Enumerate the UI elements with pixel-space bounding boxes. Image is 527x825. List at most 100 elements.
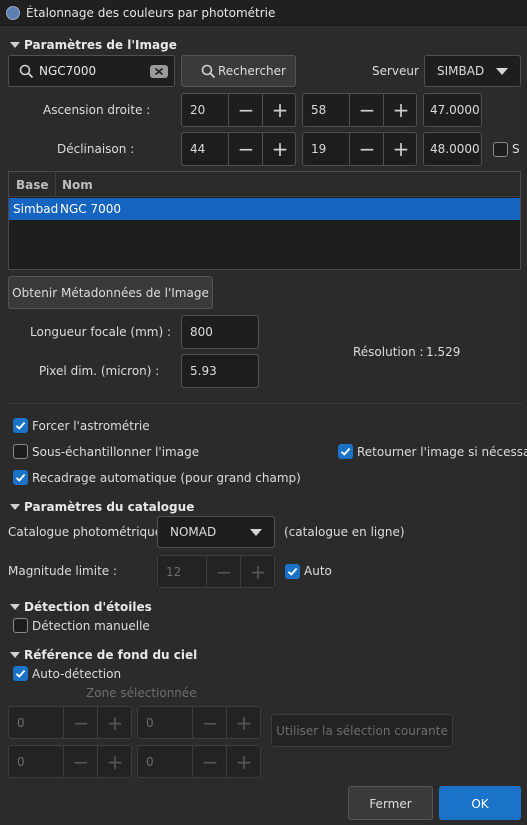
use-selection-button: Utiliser la sélection courante bbox=[271, 714, 453, 747]
ra-hours-value[interactable]: 20 bbox=[190, 103, 205, 117]
zone-x-increment: + bbox=[97, 707, 132, 738]
focal-length-field[interactable]: 800 bbox=[181, 315, 259, 349]
autocrop-checkbox[interactable] bbox=[13, 470, 28, 485]
dec-seconds-field[interactable]: 48.0000 bbox=[423, 132, 482, 166]
autocrop-label: Recadrage automatique (pour grand champ) bbox=[32, 471, 301, 485]
pixel-size-label: Pixel dim. (micron) : bbox=[39, 364, 160, 378]
title-bar: Étalonnage des couleurs par photométrie bbox=[0, 0, 527, 26]
search-icon bbox=[19, 64, 34, 79]
close-button-label: Fermer bbox=[369, 797, 412, 811]
star-detection-header[interactable]: Détection d'étoiles bbox=[10, 600, 152, 614]
ra-minutes-spinner[interactable]: 58 − + bbox=[302, 93, 417, 127]
ra-hours-spinner[interactable]: 20 − + bbox=[181, 93, 296, 127]
dec-minutes-value[interactable]: 19 bbox=[311, 142, 326, 156]
downsample-checkbox[interactable] bbox=[13, 444, 28, 459]
window-title: Étalonnage des couleurs par photométrie bbox=[26, 6, 276, 20]
search-icon bbox=[201, 64, 216, 79]
south-label: S bbox=[512, 142, 520, 156]
column-name-header[interactable]: Nom bbox=[62, 178, 93, 192]
check-icon bbox=[15, 421, 26, 430]
photometric-catalog-label: Catalogue photométrique : bbox=[8, 525, 171, 539]
catalog-title: Paramètres du catalogue bbox=[24, 500, 195, 514]
collapse-triangle-icon bbox=[10, 652, 20, 658]
magnitude-limit-label: Magnitude limite : bbox=[8, 564, 118, 578]
ra-hours-decrement[interactable]: − bbox=[228, 94, 263, 126]
dec-degrees-decrement[interactable]: − bbox=[228, 133, 263, 165]
south-checkbox[interactable] bbox=[493, 142, 508, 157]
zone-y-increment: + bbox=[226, 707, 261, 738]
dec-seconds-value[interactable]: 48.0000 bbox=[430, 142, 480, 156]
table-row[interactable]: Simbad NGC 7000 bbox=[9, 198, 520, 220]
column-divider bbox=[55, 172, 56, 197]
chevron-down-icon bbox=[250, 529, 262, 536]
photometric-catalog-dropdown[interactable]: NOMAD bbox=[157, 516, 275, 548]
flip-image-checkbox[interactable] bbox=[338, 444, 353, 459]
results-table[interactable]: Base Nom Simbad NGC 7000 bbox=[8, 171, 521, 270]
manual-detection-label: Détection manuelle bbox=[32, 619, 150, 633]
focal-length-label: Longueur focale (mm) : bbox=[30, 325, 172, 339]
zone-h-value: 0 bbox=[146, 754, 154, 769]
ra-hours-increment[interactable]: + bbox=[262, 94, 297, 126]
manual-detection-checkbox[interactable] bbox=[13, 618, 28, 633]
zone-x-value: 0 bbox=[17, 715, 25, 730]
ra-minutes-increment[interactable]: + bbox=[383, 94, 418, 126]
table-header: Base Nom bbox=[9, 172, 520, 197]
dec-degrees-spinner[interactable]: 44 − + bbox=[181, 132, 296, 166]
online-catalog-note: (catalogue en ligne) bbox=[284, 525, 405, 539]
auto-magnitude-checkbox[interactable] bbox=[285, 564, 300, 579]
column-base-header[interactable]: Base bbox=[16, 178, 49, 192]
server-value: SIMBAD bbox=[437, 64, 485, 78]
check-icon bbox=[287, 567, 298, 576]
ra-label: Ascension droite : bbox=[43, 103, 151, 117]
search-field[interactable]: NGC7000 bbox=[8, 55, 175, 87]
dec-degrees-value[interactable]: 44 bbox=[190, 142, 205, 156]
search-button[interactable]: Rechercher bbox=[181, 55, 296, 87]
ra-minutes-decrement[interactable]: − bbox=[349, 94, 384, 126]
server-dropdown[interactable]: SIMBAD bbox=[424, 55, 521, 87]
use-selection-label: Utiliser la sélection courante bbox=[276, 724, 448, 738]
ra-seconds-value[interactable]: 47.0000 bbox=[430, 103, 480, 117]
dec-label: Déclinaison : bbox=[57, 142, 135, 156]
search-button-label: Rechercher bbox=[218, 64, 286, 78]
auto-detection-label: Auto-détection bbox=[32, 667, 122, 681]
focal-length-value[interactable]: 800 bbox=[190, 325, 213, 339]
magnitude-limit-value: 12 bbox=[166, 564, 182, 579]
resolution-value: 1.529 bbox=[426, 345, 461, 359]
image-params-header[interactable]: Paramètres de l'Image bbox=[10, 38, 177, 52]
clear-icon[interactable] bbox=[150, 65, 168, 78]
zone-y-value: 0 bbox=[146, 715, 154, 730]
catalog-header[interactable]: Paramètres du catalogue bbox=[10, 500, 194, 514]
auto-detection-checkbox[interactable] bbox=[13, 666, 28, 681]
magnitude-increment: + bbox=[240, 556, 275, 587]
dec-minutes-decrement[interactable]: − bbox=[349, 133, 384, 165]
zone-w-increment: + bbox=[97, 746, 132, 777]
pixel-size-field[interactable]: 5.93 bbox=[181, 354, 259, 388]
pixel-size-value[interactable]: 5.93 bbox=[190, 364, 217, 378]
image-params-title: Paramètres de l'Image bbox=[24, 38, 177, 52]
zone-h-increment: + bbox=[226, 746, 261, 777]
zone-y-decrement: − bbox=[192, 707, 227, 738]
ok-button[interactable]: OK bbox=[439, 786, 521, 820]
zone-h-decrement: − bbox=[192, 746, 227, 777]
search-input[interactable]: NGC7000 bbox=[39, 64, 96, 78]
divider bbox=[8, 403, 521, 404]
dec-minutes-increment[interactable]: + bbox=[383, 133, 418, 165]
zone-w-value: 0 bbox=[17, 754, 25, 769]
dec-degrees-increment[interactable]: + bbox=[262, 133, 297, 165]
row-base-cell: Simbad bbox=[13, 202, 59, 216]
zone-x-spinner: 0 − + bbox=[8, 706, 132, 739]
zone-w-spinner: 0 − + bbox=[8, 745, 132, 778]
get-metadata-button[interactable]: Obtenir Métadonnées de l'Image bbox=[8, 276, 213, 309]
magnitude-limit-spinner: 12 − + bbox=[157, 555, 275, 588]
ra-seconds-field[interactable]: 47.0000 bbox=[423, 93, 482, 127]
collapse-triangle-icon bbox=[10, 42, 20, 48]
star-detection-title: Détection d'étoiles bbox=[24, 600, 152, 614]
force-astrometry-checkbox[interactable] bbox=[13, 418, 28, 433]
background-reference-header[interactable]: Référence de fond du ciel bbox=[10, 648, 197, 662]
row-name-cell: NGC 7000 bbox=[60, 202, 122, 216]
collapse-triangle-icon bbox=[10, 504, 20, 510]
close-button[interactable]: Fermer bbox=[348, 786, 433, 820]
ra-minutes-value[interactable]: 58 bbox=[311, 103, 326, 117]
ok-button-label: OK bbox=[471, 797, 489, 811]
dec-minutes-spinner[interactable]: 19 − + bbox=[302, 132, 417, 166]
